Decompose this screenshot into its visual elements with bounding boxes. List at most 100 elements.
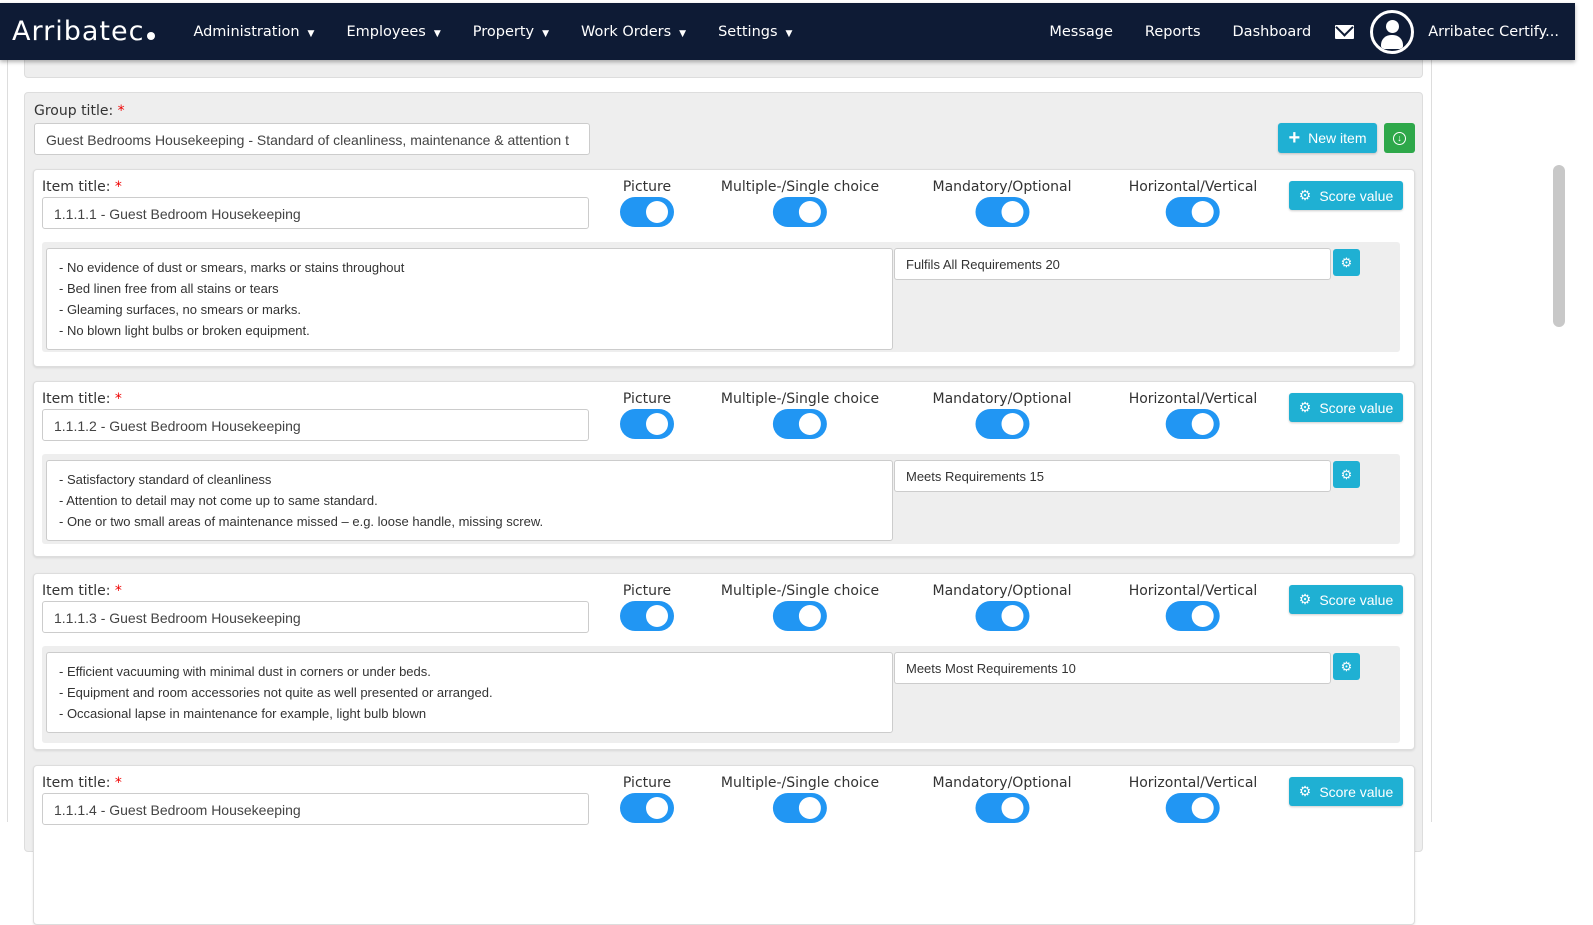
gear-icon: ⚙ bbox=[1298, 187, 1312, 203]
toggle-multiple: Multiple-/Single choice bbox=[721, 179, 879, 227]
item-title-label: Item title: * bbox=[42, 391, 122, 407]
caret-down-icon: ▼ bbox=[785, 28, 793, 39]
group-title-input[interactable]: Guest Bedrooms Housekeeping - Standard o… bbox=[34, 123, 590, 155]
item-title-input[interactable]: 1.1.1.2 - Guest Bedroom Housekeeping bbox=[42, 409, 589, 441]
menu-property[interactable]: Property ▼ bbox=[473, 24, 549, 40]
user-avatar-icon[interactable] bbox=[1370, 9, 1415, 54]
item-title-input[interactable]: 1.1.1.1 - Guest Bedroom Housekeeping bbox=[42, 197, 589, 229]
toggle-multiple: Multiple-/Single choice bbox=[721, 583, 879, 631]
description-textarea[interactable]: - Efficient vacuuming with minimal dust … bbox=[46, 652, 893, 733]
menu-label: Administration bbox=[193, 23, 300, 40]
toggle-switch[interactable] bbox=[974, 409, 1029, 439]
divider bbox=[1431, 60, 1432, 822]
divider bbox=[7, 60, 8, 822]
menu-settings[interactable]: Settings ▼ bbox=[718, 24, 792, 40]
user-menu[interactable]: Arribatec Certify... bbox=[1428, 24, 1559, 40]
description-line: - Attention to detail may not come up to… bbox=[59, 493, 378, 508]
menu-administration[interactable]: Administration ▼ bbox=[193, 24, 314, 40]
toggle-switch[interactable] bbox=[974, 197, 1029, 227]
menu-label: Property bbox=[472, 23, 535, 40]
toggle-switch[interactable] bbox=[1165, 601, 1220, 631]
description-line: - Satisfactory standard of cleanliness bbox=[59, 472, 272, 487]
toggle-switch[interactable] bbox=[1165, 409, 1220, 439]
toggle-label: Picture bbox=[622, 583, 672, 599]
description-line: - Equipment and room accessories not qui… bbox=[59, 685, 493, 700]
description-textarea[interactable]: - Satisfactory standard of cleanliness - … bbox=[46, 460, 893, 541]
description-line: - Occasional lapse in maintenance for ex… bbox=[59, 706, 427, 721]
toggle-label: Picture bbox=[622, 391, 672, 407]
group-title-label: Group title: * bbox=[34, 103, 125, 119]
gear-icon: ⚙ bbox=[1340, 658, 1353, 674]
toggle-switch[interactable] bbox=[773, 197, 827, 227]
toggle-horizontal: Horizontal/Vertical bbox=[1128, 583, 1258, 631]
toggle-switch[interactable] bbox=[620, 409, 674, 439]
toggle-switch[interactable] bbox=[620, 197, 674, 227]
item-card: Item title: * 1.1.1.1 - Guest Bedroom Ho… bbox=[33, 169, 1415, 367]
caret-down-icon: ▼ bbox=[679, 28, 687, 39]
toggle-switch[interactable] bbox=[620, 601, 674, 631]
description-textarea[interactable]: - No evidence of dust or smears, marks o… bbox=[46, 248, 893, 350]
toggle-switch[interactable] bbox=[974, 601, 1029, 631]
menu-employees[interactable]: Employees ▼ bbox=[346, 24, 440, 40]
plus-icon: + bbox=[1288, 127, 1301, 149]
item-title-label: Item title: * bbox=[42, 583, 122, 599]
item-card: Item title: * 1.1.1.3 - Guest Bedroom Ho… bbox=[33, 573, 1415, 750]
download-button[interactable]: ↓ bbox=[1384, 123, 1415, 153]
score-value-label: Score value bbox=[1319, 591, 1394, 608]
menu-work-orders[interactable]: Work Orders ▼ bbox=[581, 24, 686, 40]
new-item-label: New item bbox=[1308, 130, 1367, 146]
score-value-button[interactable]: ⚙ Score value bbox=[1289, 777, 1403, 806]
gear-icon: ⚙ bbox=[1298, 591, 1312, 607]
item-options: - No evidence of dust or smears, marks o… bbox=[42, 242, 1400, 352]
toggle-picture: Picture bbox=[620, 775, 674, 823]
link-message[interactable]: Message bbox=[1049, 24, 1113, 40]
score-value-label: Score value bbox=[1319, 187, 1394, 204]
score-option-input[interactable]: Meets Most Requirements 10 bbox=[894, 652, 1331, 684]
envelope-icon[interactable] bbox=[1335, 24, 1355, 39]
toggle-switch[interactable] bbox=[974, 793, 1029, 823]
item-card: Item title: * 1.1.1.2 - Guest Bedroom Ho… bbox=[33, 381, 1415, 557]
menu-label: Work Orders bbox=[581, 23, 672, 40]
toggle-switch[interactable] bbox=[773, 793, 827, 823]
link-dashboard[interactable]: Dashboard bbox=[1233, 24, 1312, 40]
toggle-label: Multiple-/Single choice bbox=[720, 391, 880, 407]
scrollbar-thumb[interactable] bbox=[1553, 165, 1565, 327]
score-option-input[interactable]: Meets Requirements 15 bbox=[894, 460, 1331, 492]
toggle-picture: Picture bbox=[620, 391, 674, 439]
toggle-mandatory: Mandatory/Optional bbox=[932, 775, 1072, 823]
option-settings-button[interactable]: ⚙ bbox=[1333, 461, 1360, 488]
toggle-switch[interactable] bbox=[773, 409, 827, 439]
score-value-button[interactable]: ⚙ Score value bbox=[1289, 585, 1403, 614]
item-title-label: Item title: * bbox=[42, 775, 122, 791]
gear-icon: ⚙ bbox=[1298, 783, 1312, 799]
menu-label: Employees bbox=[346, 23, 426, 40]
caret-down-icon: ▼ bbox=[433, 28, 441, 39]
score-option-input[interactable]: Fulfils All Requirements 20 bbox=[894, 248, 1331, 280]
score-value-button[interactable]: ⚙ Score value bbox=[1289, 393, 1403, 422]
caret-down-icon: ▼ bbox=[307, 28, 315, 39]
link-reports[interactable]: Reports bbox=[1145, 24, 1201, 40]
toggle-horizontal: Horizontal/Vertical bbox=[1129, 775, 1257, 823]
description-line: - Bed linen free from all stains or tear… bbox=[59, 281, 279, 296]
item-options: - Efficient vacuuming with minimal dust … bbox=[42, 646, 1400, 743]
item-title-input[interactable]: 1.1.1.4 - Guest Bedroom Housekeeping bbox=[42, 793, 589, 825]
option-settings-button[interactable]: ⚙ bbox=[1333, 653, 1360, 680]
description-line: - Efficient vacuuming with minimal dust … bbox=[59, 664, 431, 679]
toggle-label: Multiple-/Single choice bbox=[720, 583, 880, 599]
toggle-switch[interactable] bbox=[773, 601, 827, 631]
score-value-button[interactable]: ⚙ Score value bbox=[1289, 181, 1403, 210]
logo-text: Arribatec bbox=[12, 16, 145, 47]
toggle-switch[interactable] bbox=[1165, 197, 1220, 227]
toggle-label: Horizontal/Vertical bbox=[1128, 583, 1258, 599]
toggle-label: Horizontal/Vertical bbox=[1128, 391, 1258, 407]
download-circle-icon: ↓ bbox=[1393, 131, 1406, 145]
description-line: - One or two small areas of maintenance … bbox=[59, 514, 544, 529]
logo[interactable]: Arribatec bbox=[12, 16, 156, 47]
item-title-input[interactable]: 1.1.1.3 - Guest Bedroom Housekeeping bbox=[42, 601, 589, 633]
toggle-horizontal: Horizontal/Vertical bbox=[1128, 391, 1258, 439]
option-settings-button[interactable]: ⚙ bbox=[1333, 249, 1360, 276]
toggle-label: Multiple-/Single choice bbox=[720, 775, 880, 791]
new-item-button[interactable]: + New item bbox=[1278, 123, 1377, 153]
toggle-switch[interactable] bbox=[620, 793, 674, 823]
toggle-switch[interactable] bbox=[1165, 793, 1220, 823]
